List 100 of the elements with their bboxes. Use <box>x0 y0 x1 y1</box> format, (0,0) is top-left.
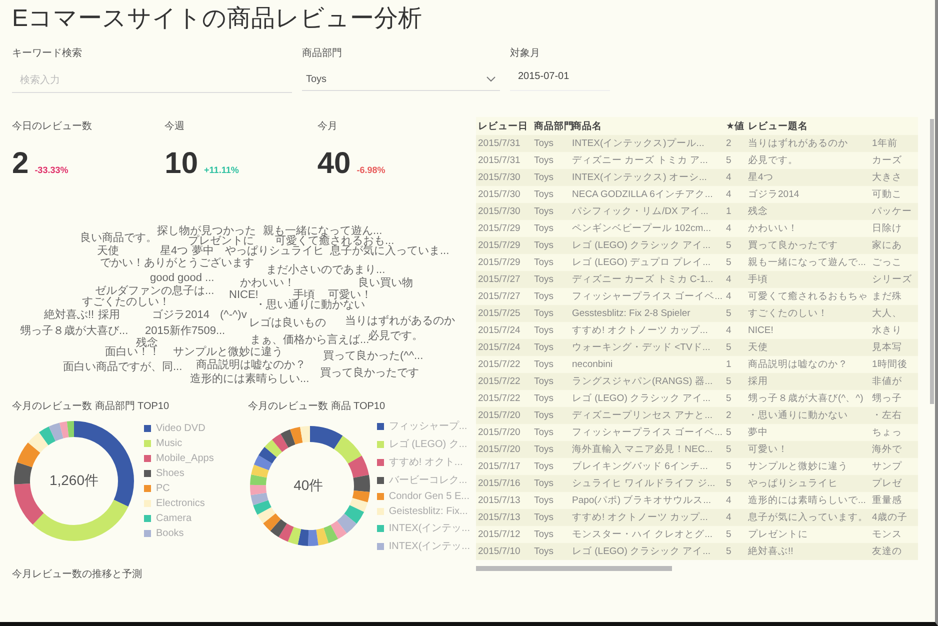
month-field[interactable]: 2015-07-01 <box>510 68 610 91</box>
cloud-word: 買って良かったです <box>320 367 419 379</box>
table-cell: 絶対喜ぶ!! <box>746 543 870 560</box>
table-cell: NICE! <box>746 322 870 339</box>
cloud-word: 造形的には素晴らしい... <box>190 373 310 385</box>
table-cell: ・思い通りに動かない <box>746 407 870 424</box>
table-cell: 2 <box>724 135 746 152</box>
cloud-word: 良い商品です。 <box>80 232 157 244</box>
keyword-search-field[interactable]: 検索入力 <box>12 68 292 93</box>
table-cell: 5 <box>724 424 746 441</box>
table-cell: 息子が気に入っています。 <box>746 509 870 526</box>
scrollbar-thumb[interactable] <box>930 119 934 404</box>
table-cell: Toys <box>532 288 570 305</box>
table-cell: 4 <box>724 492 746 509</box>
table-cell: INTEX(インテックス) オーシ... <box>570 169 724 186</box>
column-header[interactable]: レビュー日 <box>476 117 532 135</box>
table-cell: ゴジラ2014 <box>746 186 870 203</box>
cloud-word: すごくたのしい！ <box>82 296 170 308</box>
table-cell: 2015/7/31 <box>476 152 532 169</box>
table-cell: 水きり <box>870 322 918 339</box>
table-cell: 5 <box>724 543 746 560</box>
column-header[interactable]: ★値 <box>724 117 746 135</box>
cloud-word: 良い買い物 <box>358 277 413 289</box>
table-cell: 可動こ <box>870 186 918 203</box>
cloud-word: 絶対喜ぶ!! <box>44 309 94 321</box>
table-cell: 4 <box>724 509 746 526</box>
table-cell: 親も一緒になって遊んで... <box>746 254 870 271</box>
legend-label: INTEX(インテッ... <box>388 522 470 535</box>
table-cell: 残念 <box>746 203 870 220</box>
cloud-word: 面白い！！ <box>105 346 160 358</box>
table-cell: Gesstesblitz: Fix 2-8 Spieler <box>570 305 724 322</box>
cloud-word: レゴは良いもの <box>249 317 326 329</box>
cloud-word: 探し物が見つかった <box>157 225 256 237</box>
table-cell: 2 <box>724 407 746 424</box>
table-cell: 可愛くて癒されるおもちゃ <box>746 288 870 305</box>
legend-label: Condor Gen 5 E... <box>388 491 470 502</box>
table-cell: 家にあ <box>870 237 918 254</box>
table-cell: 4 <box>724 271 746 288</box>
table-cell: 2015/7/13 <box>476 492 532 509</box>
table-cell: かわいい！ <box>746 220 870 237</box>
table-cell: パッケー <box>870 203 918 220</box>
kpi-value: 2 <box>12 147 29 181</box>
table-cell: すごくたのしい！ <box>746 305 870 322</box>
category-dropdown[interactable]: Toys <box>302 68 500 91</box>
table-cell: 1時間後 <box>870 356 918 373</box>
table-cell: Toys <box>532 509 570 526</box>
chart-title: 今月レビュー数の推移と予測 <box>12 568 143 581</box>
cloud-word: でかい！ありがとうございます <box>100 257 254 269</box>
table-cell: 2015/7/27 <box>476 271 532 288</box>
table-cell: 4 <box>724 186 746 203</box>
cloud-word: かわいい！ <box>240 277 295 289</box>
table-cell: 可愛い！ <box>746 441 870 458</box>
table-cell: 2015/7/10 <box>476 543 532 560</box>
table-cell: フィッシャープライス ゴーイベ... <box>570 288 724 305</box>
chart-title: 今月のレビュー数 商品部門 TOP10 <box>12 400 170 413</box>
cloud-word: 息子が気に入っていま... <box>330 245 450 257</box>
cloud-word: 星4つ <box>160 245 188 257</box>
table-cell: 5 <box>724 152 746 169</box>
table-cell: 2015/7/20 <box>476 407 532 424</box>
kpi-delta: +11.11% <box>204 165 239 175</box>
kpi-label: 今日のレビュー数 <box>12 120 93 133</box>
table-cell: 2015/7/22 <box>476 373 532 390</box>
scrollbar-thumb[interactable] <box>476 566 672 571</box>
table-cell: neconbini <box>570 356 724 373</box>
table-cell: シリーズ <box>870 271 918 288</box>
table-cell: 星4つ <box>746 169 870 186</box>
table-cell: ラングスジャパン(RANGS) 器... <box>570 373 724 390</box>
table-cell: Toys <box>532 322 570 339</box>
table-cell: 5 <box>724 390 746 407</box>
table-cell: ディズニープリンセス アナと... <box>570 407 724 424</box>
table-cell: ごっこ <box>870 254 918 271</box>
table-cell: ・左右 <box>870 407 918 424</box>
column-header[interactable]: レビュー題名 <box>746 117 870 135</box>
legend-label: PC <box>156 483 170 494</box>
cloud-word: サンプルと微妙に違う <box>173 346 283 358</box>
table-cell: レゴ (LEGO) クラシック アイ... <box>570 543 724 560</box>
cloud-word: 残念 <box>136 337 158 349</box>
table-cell: 日除け <box>870 220 918 237</box>
table-cell: 海外直輸入 マニア必見！NEC... <box>570 441 724 458</box>
table-cell: 1 <box>724 356 746 373</box>
table-cell: 見本写 <box>870 339 918 356</box>
table-cell: 手頃 <box>746 271 870 288</box>
table-cell: Toys <box>532 475 570 492</box>
cloud-word: ゴジラ2014 <box>152 309 210 321</box>
table-cell: フィッシャープライス ゴーイベ... <box>570 424 724 441</box>
table-cell: すすめ! オクトノーツ カップ... <box>570 322 724 339</box>
field-label: 商品部門 <box>302 46 343 60</box>
legend-label: Camera <box>156 513 192 524</box>
cloud-word: NICE! <box>229 289 258 301</box>
table-cell: ディズニー カーズ トミカ ア... <box>570 152 724 169</box>
table-cell: Toys <box>532 543 570 560</box>
cloud-word: 採用 <box>98 309 120 321</box>
table-cell: 1年前 <box>870 135 918 152</box>
table-cell: Toys <box>532 203 570 220</box>
table-cell: レゴ (LEGO) デュプロ プレイ... <box>570 254 724 271</box>
table-cell: 甥っ子８歳が大喜び(^、^) <box>746 390 870 407</box>
table-cell: Toys <box>532 373 570 390</box>
table-cell: カーズ <box>870 152 918 169</box>
cloud-word: 当りはずれがあるのか <box>345 315 455 327</box>
table-cell: Toys <box>532 169 570 186</box>
